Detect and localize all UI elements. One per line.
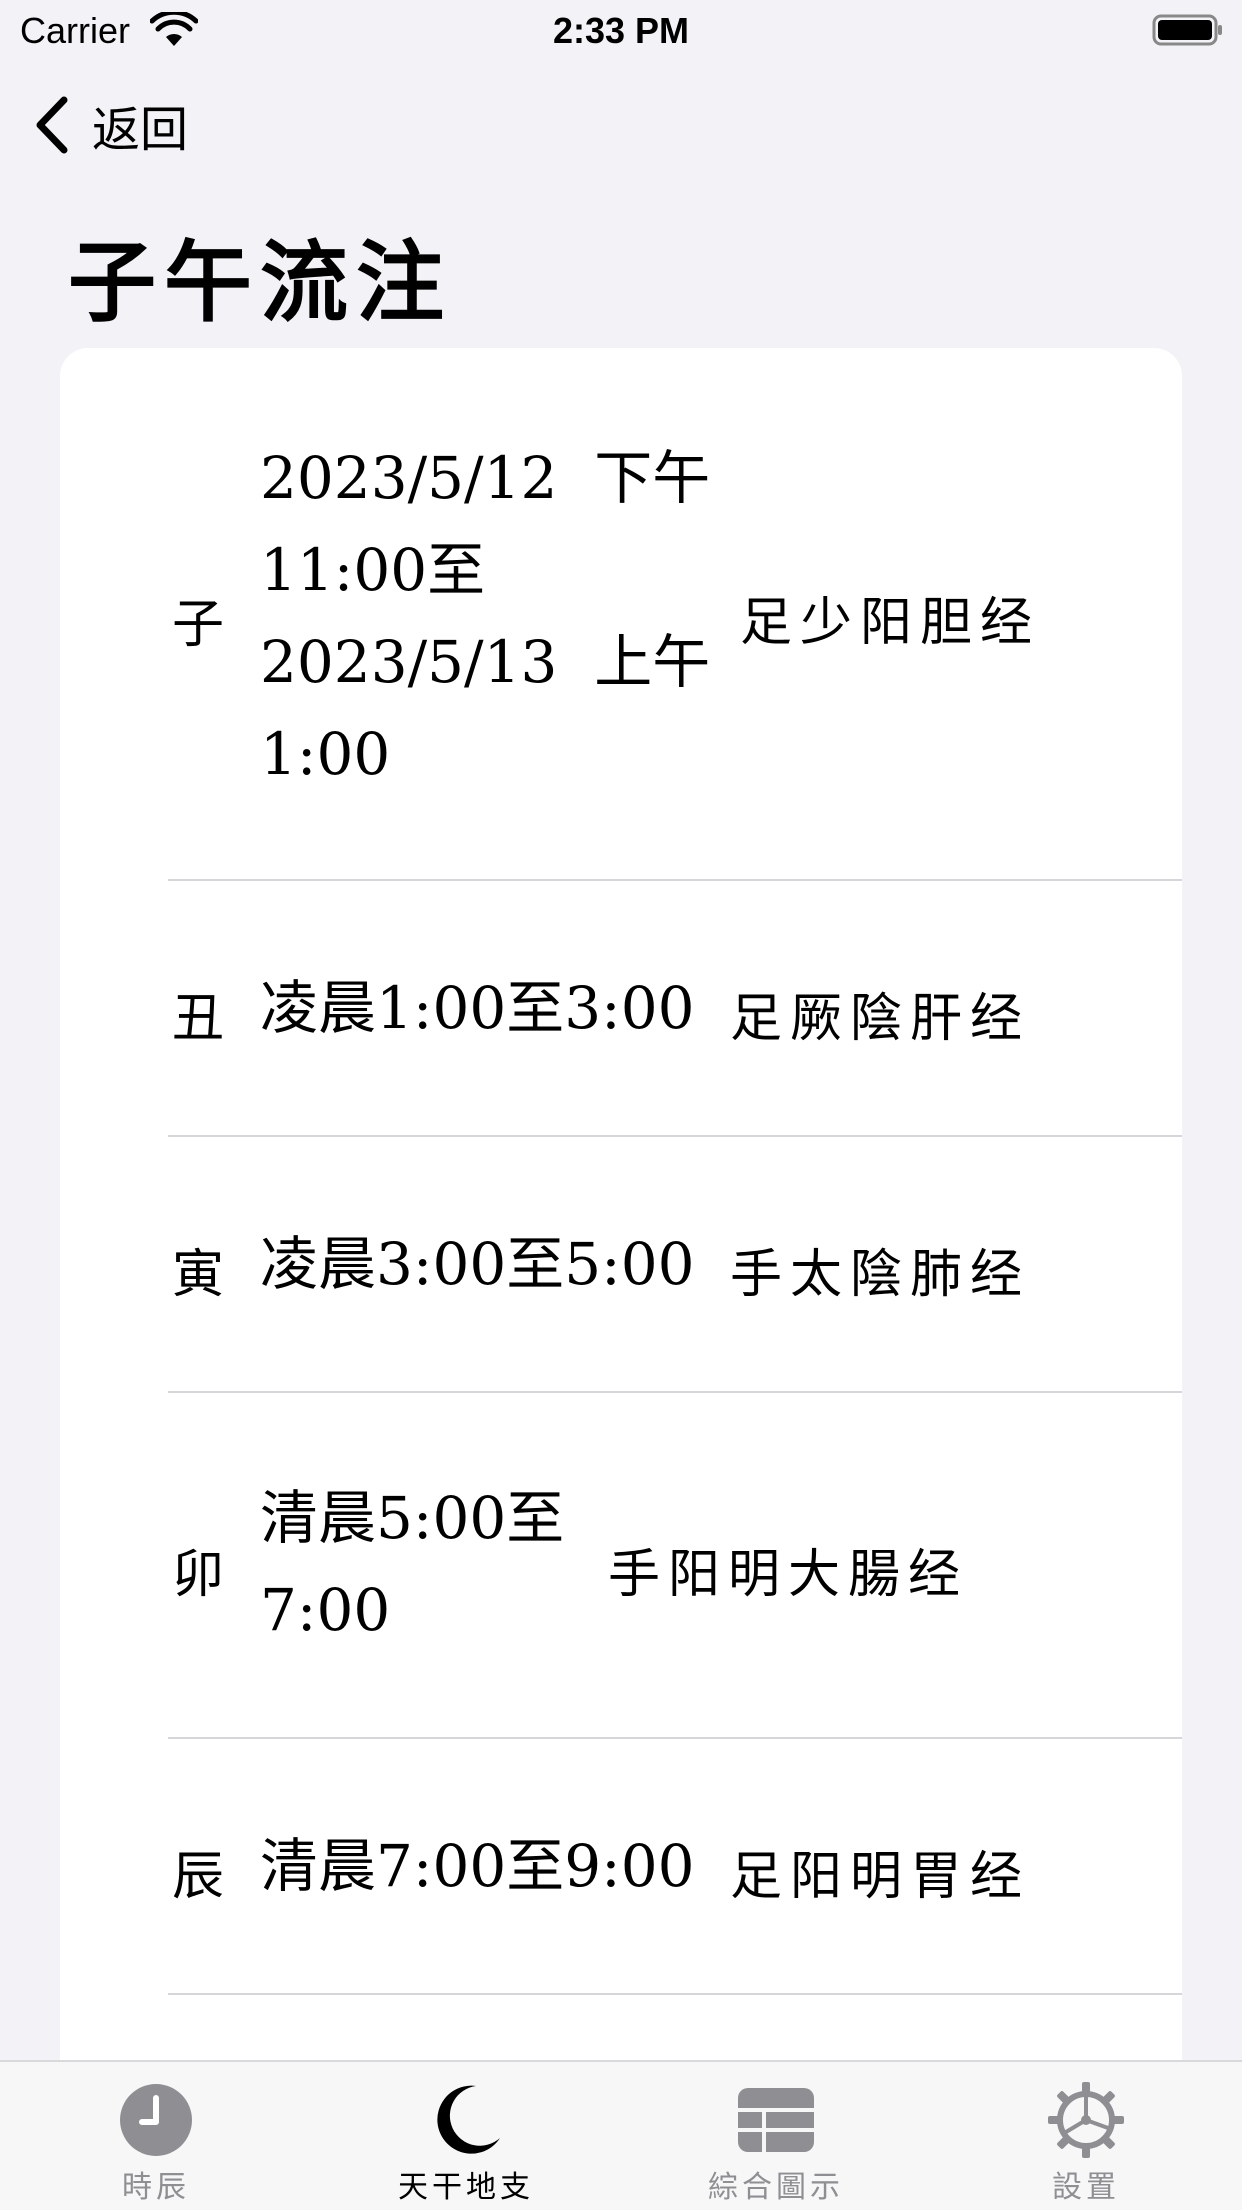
tab-settings[interactable]: 設置: [966, 2080, 1206, 2205]
tab-label: 設置: [1052, 2170, 1120, 2205]
tab-tiangan-dizhi[interactable]: 天干地支: [346, 2080, 586, 2205]
tab-label: 時辰: [122, 2170, 190, 2205]
moon-icon: [437, 2085, 500, 2154]
time-range: 凌晨3:00至5:00: [260, 1230, 695, 1298]
tab-zonghe-tushi[interactable]: 綜合圖示: [656, 2080, 896, 2205]
gear-icon: [1048, 2082, 1124, 2158]
battery-icon: [1152, 14, 1222, 46]
time-range: 2023/5/12 下午 11:00至 2023/5/13 上午 1:00: [260, 444, 711, 788]
tab-label: 綜合圖示: [708, 2170, 844, 2205]
time-range: 凌晨1:00至3:00: [260, 974, 695, 1042]
back-button[interactable]: 返回: [32, 92, 188, 158]
grid-icon: [738, 2088, 814, 2152]
meridian-name: 手阳明大腸经: [608, 1545, 969, 1605]
list-item[interactable]: 寅 凌晨3:00至5:00 手太陰肺经: [60, 1136, 1182, 1392]
list-item[interactable]: 辰 清晨7:00至9:00 足阳明胃经: [60, 1738, 1182, 1994]
list-item[interactable]: 卯 清晨5:00至 7:00 手阳明大腸经: [60, 1392, 1182, 1738]
time-range: 清晨7:00至9:00: [260, 1832, 695, 1900]
chevron-left-icon: [36, 96, 68, 154]
branch-label: 寅: [172, 1245, 225, 1305]
branch-label: 卯: [172, 1545, 225, 1605]
back-label: 返回: [92, 102, 189, 158]
meridian-name: 手太陰肺经: [730, 1245, 1031, 1305]
list-item[interactable]: 子 2023/5/12 下午 11:00至 2023/5/13 上午 1:00 …: [60, 348, 1182, 880]
meridian-list: 子 2023/5/12 下午 11:00至 2023/5/13 上午 1:00 …: [60, 348, 1182, 2068]
status-bar: Carrier 2:33 PM: [0, 0, 1242, 62]
status-time: 2:33 PM: [552, 10, 690, 51]
tab-bar: 時辰 天干地支 綜合圖示 設置: [0, 2060, 1242, 2210]
branch-label: 子: [172, 595, 225, 655]
page-title: 子午流注: [68, 230, 453, 334]
meridian-name: 足厥陰肝经: [730, 989, 1031, 1049]
time-range: 清晨5:00至 7:00: [260, 1484, 565, 1644]
divider: [168, 1993, 1182, 1995]
meridian-name: 足少阳胆经: [740, 593, 1041, 653]
list-item[interactable]: 丑 凌晨1:00至3:00 足厥陰肝经: [60, 880, 1182, 1136]
tab-shichen[interactable]: 時辰: [36, 2080, 276, 2205]
tab-label: 天干地支: [398, 2170, 534, 2205]
clock-icon: [120, 2084, 192, 2156]
meridian-name: 足阳明胃经: [730, 1847, 1031, 1907]
branch-label: 辰: [172, 1847, 225, 1907]
branch-label: 丑: [172, 989, 225, 1049]
